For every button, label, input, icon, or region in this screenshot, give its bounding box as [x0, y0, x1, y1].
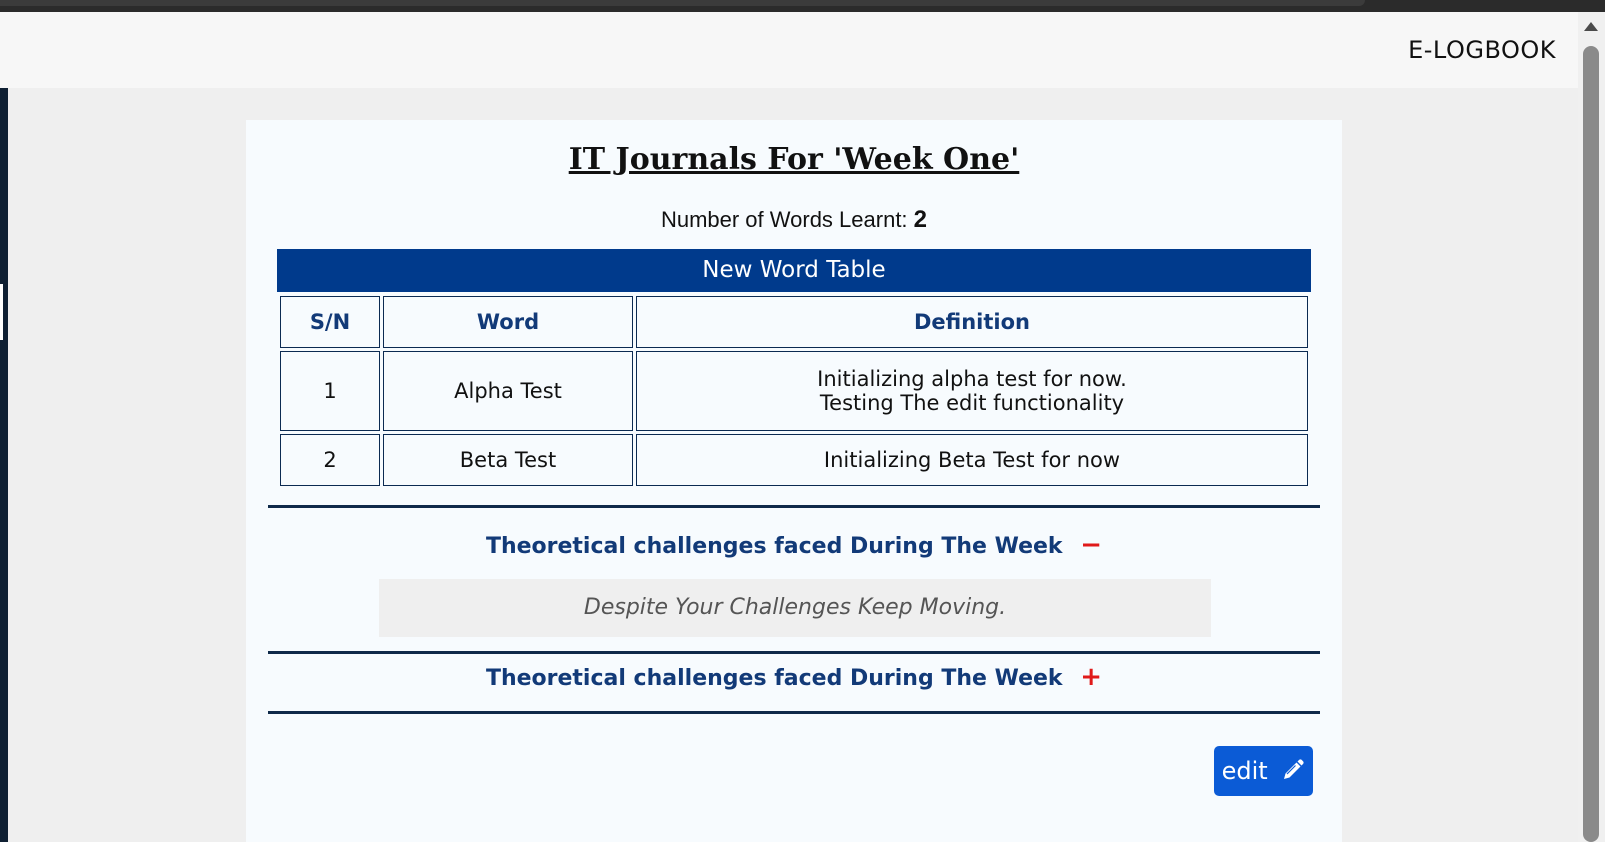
cell-sn: 1: [280, 351, 380, 431]
left-edge-marker: [0, 284, 3, 340]
page-title: IT Journals For 'Week One': [568, 142, 1020, 177]
words-count-row: Number of Words Learnt: 2: [246, 206, 1342, 234]
header-word: Word: [383, 296, 633, 348]
section-divider: [268, 505, 1320, 508]
accordion-content: Despite Your Challenges Keep Moving.: [379, 579, 1211, 637]
browser-top-strip: [0, 0, 1605, 12]
journal-card: IT Journals For 'Week One' Number of Wor…: [246, 120, 1342, 842]
header-sn: S/N: [280, 296, 380, 348]
cell-word: Beta Test: [383, 434, 633, 486]
edit-button[interactable]: edit: [1214, 746, 1313, 796]
accordion-title: Theoretical challenges faced During The …: [485, 666, 1063, 691]
cell-definition: Initializing Beta Test for now: [636, 434, 1308, 486]
section-divider: [268, 651, 1320, 654]
definition-line: Initializing alpha test for now.: [817, 367, 1127, 391]
left-edge-panel: [0, 88, 8, 842]
brand-title[interactable]: E-LOGBOOK: [1408, 36, 1556, 64]
expand-plus-icon[interactable]: +: [1080, 662, 1102, 692]
definition-line: Testing The edit functionality: [819, 391, 1125, 415]
definition-line: Initializing Beta Test for now: [823, 448, 1121, 472]
section-divider: [268, 711, 1320, 714]
cell-word: Alpha Test: [383, 351, 633, 431]
words-count-label: Number of Words Learnt:: [660, 207, 908, 232]
table-row: 1 Alpha Test Initializing alpha test for…: [280, 351, 1308, 431]
scrollbar-thumb[interactable]: [1583, 46, 1599, 842]
navbar: E-LOGBOOK: [0, 12, 1578, 88]
words-count-value: 2: [913, 206, 928, 233]
accordion-header-expanded[interactable]: Theoretical challenges faced During The …: [246, 530, 1342, 560]
table-caption: New Word Table: [277, 249, 1311, 292]
browser-tab-edge: [0, 0, 1365, 6]
header-definition: Definition: [636, 296, 1308, 348]
edit-button-label: edit: [1221, 757, 1268, 785]
scroll-up-arrow-icon[interactable]: [1584, 22, 1598, 31]
new-word-table: S/N Word Definition 1 Alpha Test Initial…: [277, 293, 1311, 489]
cell-definition: Initializing alpha test for now. Testing…: [636, 351, 1308, 431]
collapse-minus-icon[interactable]: −: [1080, 530, 1102, 560]
table-header-row: S/N Word Definition: [280, 296, 1308, 348]
accordion-header-collapsed[interactable]: Theoretical challenges faced During The …: [246, 662, 1342, 692]
pencil-icon: [1284, 759, 1304, 779]
cell-sn: 2: [280, 434, 380, 486]
vertical-scrollbar[interactable]: [1578, 12, 1605, 842]
table-row: 2 Beta Test Initializing Beta Test for n…: [280, 434, 1308, 486]
accordion-title: Theoretical challenges faced During The …: [485, 534, 1063, 559]
